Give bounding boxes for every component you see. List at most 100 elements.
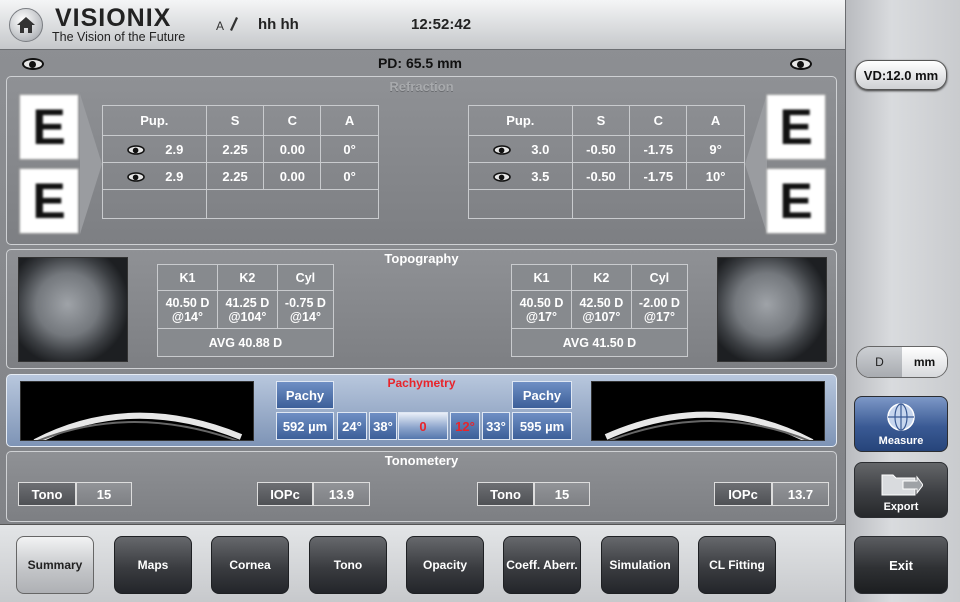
k1-axis: @14° — [171, 309, 203, 324]
tab-cl-fitting[interactable]: CL Fitting — [698, 536, 776, 594]
patient-name: hh hh — [258, 16, 299, 33]
pachy-label-left: Pachy — [276, 381, 334, 409]
topo-table-left: K1 K2 Cyl 40.50 D @14° 41.25 D @104° -0.75 D @1… — [157, 264, 335, 357]
cell-s: 2.25 — [205, 135, 265, 163]
k2-value: 42.50 D — [579, 295, 624, 310]
cell-pup: 3.0 — [531, 141, 550, 157]
header-a: A — [686, 105, 745, 136]
tab-summary[interactable]: Summary — [16, 536, 94, 594]
header-cyl: Cyl — [276, 264, 335, 291]
topo-table-right: K1 K2 Cyl 40.50 D @17° 42.50 D @107° -2.00 D @1… — [511, 264, 689, 357]
cell-c: -1.75 — [629, 162, 688, 190]
tab-cornea[interactable]: Cornea — [211, 536, 289, 594]
cell-a: 10° — [686, 162, 745, 190]
unit-d-option[interactable]: D — [857, 347, 902, 377]
brand-logo: VISIONIX — [55, 4, 172, 32]
measure-label: Measure — [878, 435, 924, 447]
operator-badge: A — [216, 19, 224, 33]
header-k1: K1 — [157, 264, 218, 291]
export-button[interactable]: Export — [854, 462, 948, 518]
left-scheimpflug-image[interactable] — [20, 381, 254, 441]
cell-s: -0.50 — [571, 162, 631, 190]
pachy-angle[interactable]: 33° — [482, 412, 510, 440]
iopc-label: IOPc — [714, 482, 772, 506]
table-row: 3.5 -0.50 -1.75 10° — [468, 162, 745, 190]
clock: 12:52:42 — [411, 16, 472, 33]
left-chart-wedge — [80, 94, 102, 234]
k2-value: 41.25 D — [225, 295, 270, 310]
left-cornea-image[interactable] — [18, 257, 128, 362]
cell-a: 0° — [320, 162, 379, 190]
right-cornea-image[interactable] — [717, 257, 827, 362]
pachy-angle[interactable]: 24° — [337, 412, 367, 440]
cell-s: -0.50 — [571, 135, 631, 163]
right-chart-wedge — [745, 94, 767, 234]
export-label: Export — [883, 501, 919, 513]
header-s: S — [571, 105, 631, 136]
cyl-value: -2.00 D — [638, 295, 680, 310]
unit-mm-option[interactable]: mm — [902, 347, 947, 377]
exit-button[interactable]: Exit — [854, 536, 948, 594]
header-c: C — [263, 105, 322, 136]
table-row: 2.9 2.25 0.00 0° — [102, 162, 379, 190]
left-e-chart-bottom: E — [19, 168, 79, 234]
header-a: A — [320, 105, 379, 136]
k2-axis: @104° — [228, 309, 267, 324]
left-e-chart-top: E — [19, 94, 79, 160]
header-k1: K1 — [511, 264, 572, 291]
iopc-value: 13.7 — [772, 482, 829, 506]
unit-toggle[interactable]: D mm — [856, 346, 948, 378]
pachy-angle[interactable]: 12° — [450, 412, 480, 440]
avg-k: AVG 40.88 D — [157, 328, 334, 357]
tab-opacity[interactable]: Opacity — [406, 536, 484, 594]
header-s: S — [205, 105, 265, 136]
left-eye-icon — [22, 57, 44, 75]
home-button[interactable] — [9, 8, 43, 42]
tono-label: Tono — [477, 482, 534, 506]
folder-export-icon — [881, 474, 923, 496]
cell-c: -1.75 — [629, 135, 688, 163]
table-row: 3.0 -0.50 -1.75 9° — [468, 135, 745, 163]
vd-button[interactable]: VD:12.0 mm — [855, 60, 947, 90]
tono-value: 15 — [76, 482, 132, 506]
measure-button[interactable]: Measure — [854, 396, 948, 452]
tonometry-title: Tonometery — [384, 453, 459, 468]
refraction-title: Refraction — [389, 79, 454, 94]
k2-axis: @107° — [582, 309, 621, 324]
cyl-value: -0.75 D — [284, 295, 326, 310]
table-row: 2.9 2.25 0.00 0° — [102, 135, 379, 163]
right-scheimpflug-image[interactable] — [591, 381, 825, 441]
operator-pen-icon[interactable]: A — [216, 14, 239, 33]
cell-pup: 2.9 — [165, 168, 184, 184]
cell-a: 9° — [686, 135, 745, 163]
k1-value: 40.50 D — [165, 295, 210, 310]
brand-tagline: The Vision of the Future — [52, 30, 186, 44]
cell-a: 0° — [320, 135, 379, 163]
table-row — [468, 189, 746, 219]
pachy-angle[interactable]: 38° — [369, 412, 397, 440]
cell-c: 0.00 — [263, 135, 322, 163]
header-cyl: Cyl — [630, 264, 689, 291]
refraction-table-right: Pup. S C A 3.0 -0.50 -1.75 9° 3.5 -0.50 -1.75 10° — [468, 105, 746, 219]
header-k2: K2 — [570, 264, 632, 291]
pachy-angle-selected[interactable]: 0 — [398, 412, 448, 440]
pachy-value-left: 592 µm — [276, 412, 334, 440]
refraction-table-left: Pup. S C A 2.9 2.25 0.00 0° 2.9 2.25 0.00 0° — [102, 105, 380, 219]
pachy-value-right: 595 µm — [512, 412, 572, 440]
tab-tono[interactable]: Tono — [309, 536, 387, 594]
eye-icon — [127, 144, 146, 155]
pd-value: PD: 65.5 mm — [377, 55, 463, 71]
cell-s: 2.25 — [205, 162, 265, 190]
header-c: C — [629, 105, 688, 136]
k1-axis: @17° — [525, 309, 557, 324]
iopc-label: IOPc — [257, 482, 313, 506]
tab-coeff-aberr[interactable]: Coeff. Aberr. — [503, 536, 581, 594]
home-icon — [17, 17, 35, 33]
right-e-chart-bottom: E — [766, 168, 826, 234]
eye-icon — [493, 144, 512, 155]
tab-simulation[interactable]: Simulation — [601, 536, 679, 594]
header-pup: Pup. — [102, 105, 207, 136]
tono-value: 15 — [534, 482, 590, 506]
globe-icon — [887, 403, 915, 431]
tab-maps[interactable]: Maps — [114, 536, 192, 594]
